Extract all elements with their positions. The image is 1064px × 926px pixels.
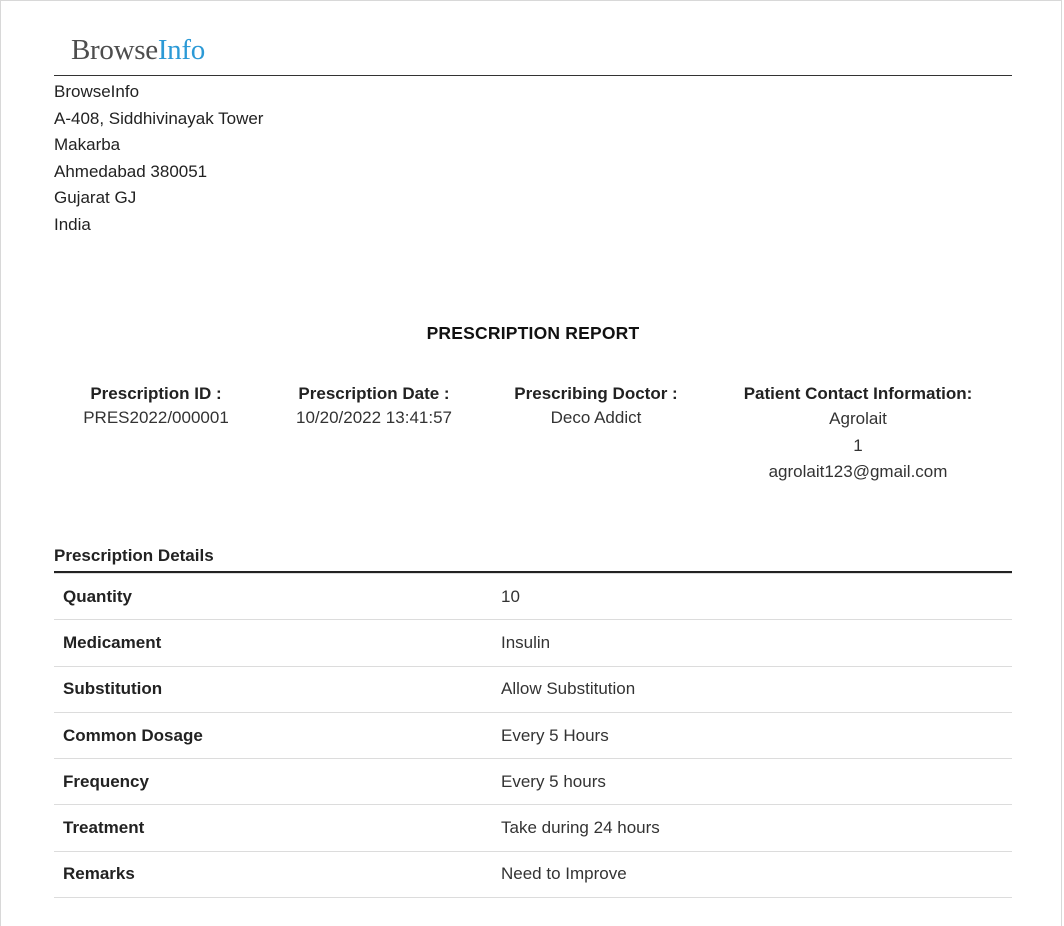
detail-value-medicament: Insulin <box>501 619 1012 667</box>
table-row: Remarks Need to Improve <box>54 851 1012 899</box>
address-state: Gujarat GJ <box>54 188 137 208</box>
prescription-date-label: Prescription Date : <box>298 384 450 403</box>
address-area: Makarba <box>54 135 121 155</box>
address-country: India <box>54 214 91 234</box>
detail-value-frequency: Every 5 hours <box>501 758 1012 806</box>
detail-value-substitution: Allow Substitution <box>501 666 1012 713</box>
prescription-id-value: PRES2022/000001 <box>83 408 229 427</box>
patient-phone: 1 <box>853 435 863 455</box>
prescribing-doctor-value: Deco Addict <box>550 408 642 427</box>
logo-text-browse: Browse <box>71 34 158 66</box>
prescription-id-block: Prescription ID : PRES2022/000001 <box>63 382 249 429</box>
patient-contact-label: Patient Contact Information: <box>743 384 973 403</box>
report-title: PRESCRIPTION REPORT <box>426 323 640 343</box>
company-name: BrowseInfo <box>54 82 140 101</box>
logo-text-info: Info <box>157 34 205 66</box>
table-row: Frequency Every 5 hours <box>54 758 1012 806</box>
detail-label-treatment: Treatment <box>54 804 501 852</box>
table-row: Medicament Insulin <box>54 619 1012 667</box>
company-logo: BrowseInfo <box>71 32 205 68</box>
table-row: Treatment Take during 24 hours <box>54 804 1012 852</box>
header-divider <box>54 75 1012 76</box>
detail-label-medicament: Medicament <box>54 619 501 667</box>
patient-contact-block: Patient Contact Information: Agrolait 1 … <box>719 382 997 486</box>
detail-label-remarks: Remarks <box>54 851 501 899</box>
detail-value-remarks: Need to Improve <box>501 851 1012 899</box>
prescription-date-value: 10/20/2022 13:41:57 <box>296 408 452 427</box>
address-street: A-408, Siddhivinayak Tower <box>54 108 264 128</box>
prescribing-doctor-block: Prescribing Doctor : Deco Addict <box>501 382 691 429</box>
patient-email: agrolait123@gmail.com <box>768 462 948 481</box>
detail-label-common-dosage: Common Dosage <box>54 712 501 760</box>
prescription-id-label: Prescription ID : <box>90 384 222 403</box>
report-page: BrowseInfo BrowseInfo A-408, Siddhivinay… <box>0 0 1062 926</box>
address-city: Ahmedabad 380051 <box>54 161 208 181</box>
detail-label-quantity: Quantity <box>54 573 501 621</box>
prescription-details-title: Prescription Details <box>54 546 214 565</box>
detail-label-frequency: Frequency <box>54 758 501 806</box>
detail-label-substitution: Substitution <box>54 666 501 713</box>
detail-value-common-dosage: Every 5 Hours <box>501 712 1012 760</box>
table-row: Substitution Allow Substitution <box>54 666 1012 713</box>
prescription-date-block: Prescription Date : 10/20/2022 13:41:57 <box>279 382 469 429</box>
prescribing-doctor-label: Prescribing Doctor : <box>514 384 678 403</box>
company-address: BrowseInfo A-408, Siddhivinayak Tower Ma… <box>54 79 263 239</box>
table-row: Common Dosage Every 5 Hours <box>54 712 1012 760</box>
table-row: Quantity 10 <box>54 573 1012 621</box>
detail-value-quantity: 10 <box>501 573 1012 621</box>
detail-value-treatment: Take during 24 hours <box>501 804 1012 852</box>
patient-name: Agrolait <box>829 409 887 428</box>
prescription-details-table: Quantity 10 Medicament Insulin Substitut… <box>54 571 1012 899</box>
